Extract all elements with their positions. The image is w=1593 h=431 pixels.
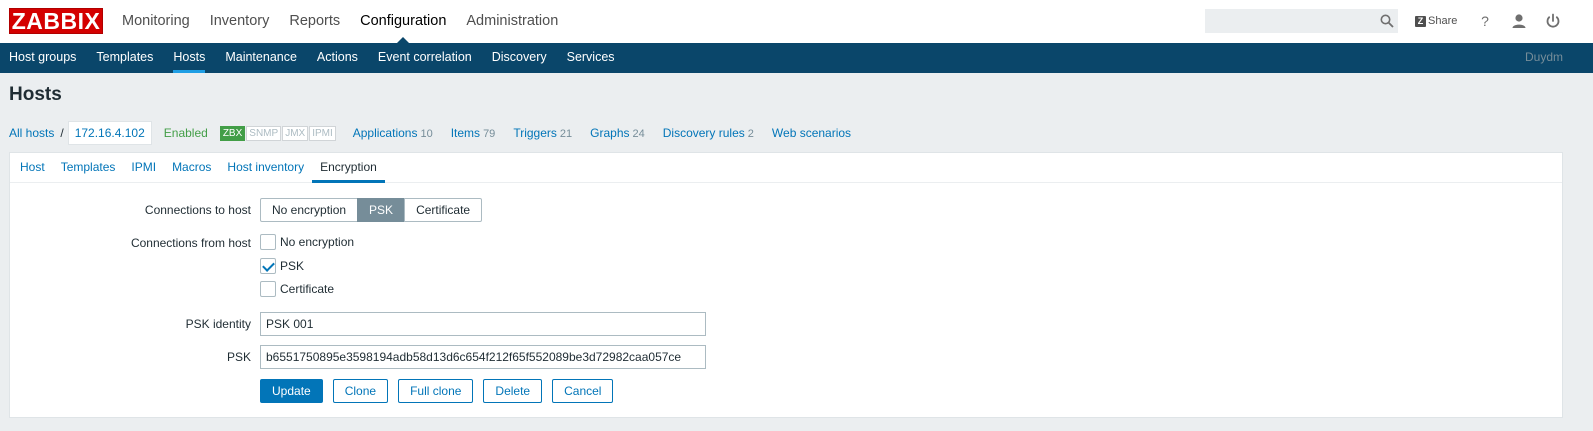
menu-reports[interactable]: Reports [289, 0, 340, 43]
form-tabs: Host Templates IPMI Macros Host inventor… [10, 153, 1562, 183]
all-hosts-link[interactable]: All hosts [9, 126, 54, 140]
menu-configuration[interactable]: Configuration [360, 0, 446, 43]
tab-templates[interactable]: Templates [53, 153, 124, 182]
discovery-rules-link-group: Discovery rules 2 [663, 126, 754, 140]
psk-identity-label: PSK identity [185, 317, 251, 331]
checkbox-box[interactable] [260, 281, 276, 297]
web-scenarios-link-group: Web scenarios [772, 126, 851, 140]
clone-button[interactable]: Clone [332, 379, 389, 403]
cancel-button[interactable]: Cancel [552, 379, 614, 403]
tab-ipmi[interactable]: IPMI [123, 153, 164, 182]
tab-host[interactable]: Host [12, 153, 53, 182]
page-title: Hosts [9, 84, 62, 105]
submenu-templates[interactable]: Templates [96, 43, 153, 73]
items-link[interactable]: Items [451, 126, 480, 140]
graphs-count: 24 [632, 128, 645, 140]
sign-out-icon[interactable] [1544, 12, 1562, 30]
psk-identity-input[interactable] [260, 312, 706, 336]
connections-to-host-radio: No encryption PSK Certificate [260, 198, 483, 222]
share-button[interactable]: Z Share [1415, 13, 1457, 29]
connections-from-host-label: Connections from host [130, 236, 251, 250]
from-host-certificate-checkbox[interactable]: Certificate [260, 281, 334, 297]
connections-to-host-label: Connections to host [144, 203, 251, 217]
to-host-no-encryption-option[interactable]: No encryption [260, 198, 359, 222]
zabbix-share-icon: Z [1415, 15, 1426, 27]
full-clone-button[interactable]: Full clone [398, 379, 474, 403]
applications-link-group: Applications 10 [353, 126, 433, 140]
host-navigation: All hosts / 172.16.4.102 Enabled ZBX SNM… [9, 121, 869, 145]
to-host-psk-option[interactable]: PSK [357, 198, 406, 222]
triggers-link[interactable]: Triggers [513, 126, 557, 140]
submenu-event-correlation[interactable]: Event correlation [378, 43, 472, 73]
checkbox-box[interactable] [260, 234, 276, 250]
checkbox-label: No encryption [280, 235, 355, 249]
top-header: ZABBIX Monitoring Inventory Reports Conf… [0, 0, 1593, 43]
applications-count: 10 [420, 128, 433, 140]
user-profile-icon[interactable] [1510, 12, 1528, 30]
submenu-maintenance[interactable]: Maintenance [225, 43, 297, 73]
submenu-services[interactable]: Services [567, 43, 615, 73]
submenu-hosts[interactable]: Hosts [173, 43, 205, 73]
host-form-panel: Host Templates IPMI Macros Host inventor… [9, 152, 1563, 418]
checkbox-box[interactable] [260, 258, 276, 274]
applications-link[interactable]: Applications [353, 126, 418, 140]
sub-menu-bar: Host groups Templates Hosts Maintenance … [0, 43, 1593, 73]
form-buttons: Update Clone Full clone Delete Cancel [260, 379, 623, 403]
triggers-count: 21 [559, 128, 573, 140]
menu-administration[interactable]: Administration [466, 0, 558, 43]
search-input[interactable] [1205, 9, 1398, 33]
discovery-rules-link[interactable]: Discovery rules [663, 126, 745, 140]
submenu-actions[interactable]: Actions [317, 43, 358, 73]
share-label: Share [1428, 15, 1458, 27]
badge-jmx: JMX [282, 125, 309, 141]
server-name: Duydm [1524, 50, 1563, 64]
menu-monitoring[interactable]: Monitoring [122, 0, 190, 43]
psk-input[interactable] [260, 345, 706, 369]
triggers-link-group: Triggers 21 [513, 126, 572, 140]
sub-menu: Host groups Templates Hosts Maintenance … [9, 43, 635, 73]
badge-snmp: SNMP [246, 125, 282, 141]
main-menu: Monitoring Inventory Reports Configurati… [122, 0, 578, 43]
tab-macros[interactable]: Macros [164, 153, 219, 182]
web-scenarios-link[interactable]: Web scenarios [772, 126, 851, 140]
discovery-rules-count: 2 [747, 128, 754, 140]
graphs-link-group: Graphs 24 [590, 126, 645, 140]
items-link-group: Items 79 [451, 126, 496, 140]
menu-inventory[interactable]: Inventory [210, 0, 270, 43]
badge-ipmi: IPMI [309, 125, 336, 141]
checkbox-label: Certificate [280, 282, 335, 296]
items-count: 79 [483, 128, 496, 140]
tab-encryption[interactable]: Encryption [312, 153, 385, 183]
update-button[interactable]: Update [260, 379, 323, 403]
search-icon[interactable] [1380, 14, 1394, 28]
checkbox-label: PSK [280, 259, 305, 273]
host-status[interactable]: Enabled [164, 126, 208, 140]
to-host-certificate-option[interactable]: Certificate [404, 198, 483, 222]
breadcrumb-separator: / [60, 126, 64, 140]
badge-zbx: ZBX [219, 125, 246, 141]
availability-badges: ZBX SNMP JMX IPMI [219, 125, 337, 141]
graphs-link[interactable]: Graphs [590, 126, 629, 140]
zabbix-logo[interactable]: ZABBIX [9, 8, 103, 34]
psk-label: PSK [226, 350, 251, 364]
submenu-discovery[interactable]: Discovery [492, 43, 547, 73]
from-host-no-encryption-checkbox[interactable]: No encryption [260, 234, 354, 250]
from-host-psk-checkbox[interactable]: PSK [260, 258, 304, 274]
current-host-link[interactable]: 172.16.4.102 [67, 121, 152, 145]
delete-button[interactable]: Delete [483, 379, 543, 403]
help-icon[interactable]: ? [1476, 12, 1494, 30]
tab-host-inventory[interactable]: Host inventory [219, 153, 312, 182]
submenu-host-groups[interactable]: Host groups [9, 43, 76, 73]
